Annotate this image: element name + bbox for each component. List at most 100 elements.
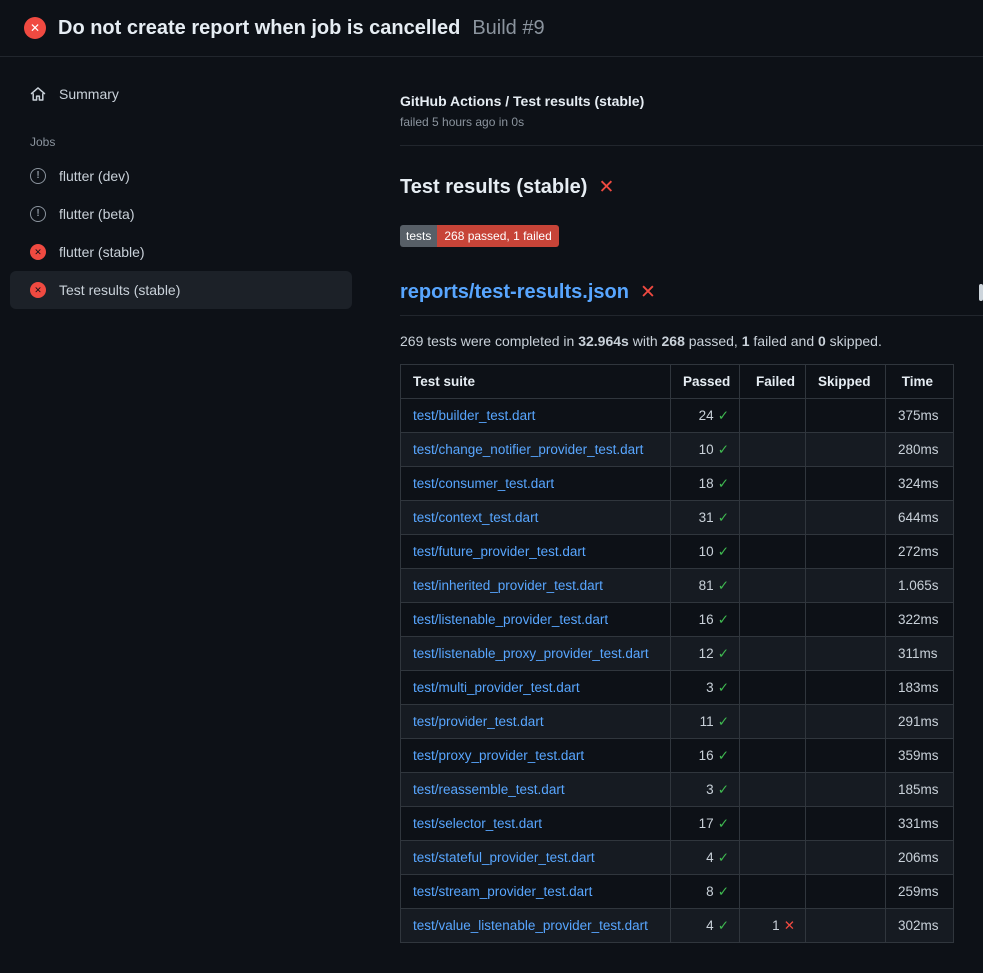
page-header: ✕ Do not create report when job is cance… <box>0 0 983 57</box>
test-suite-cell: test/context_test.dart <box>401 501 671 535</box>
passed-count: 4 <box>706 918 714 933</box>
table-row: test/stateful_provider_test.dart4✓206ms <box>401 841 954 875</box>
time-cell: 291ms <box>886 705 954 739</box>
table-row: test/selector_test.dart17✓331ms <box>401 807 954 841</box>
test-suite-link[interactable]: test/listenable_proxy_provider_test.dart <box>413 646 649 661</box>
sidebar-item-label: Test results (stable) <box>59 282 180 298</box>
time-cell: 185ms <box>886 773 954 807</box>
badge-label: tests <box>400 225 437 247</box>
passed-cell: 3✓ <box>671 773 740 807</box>
passed-cell: 18✓ <box>671 467 740 501</box>
passed-count: 4 <box>706 850 714 865</box>
failed-status-icon: ✕ <box>24 17 46 39</box>
sidebar-item-flutter-beta[interactable]: ! flutter (beta) <box>10 195 352 233</box>
passed-count: 12 <box>699 646 714 661</box>
test-suite-link[interactable]: test/context_test.dart <box>413 510 538 525</box>
tests-badge: tests 268 passed, 1 failed <box>400 225 559 247</box>
skipped-cell <box>806 535 886 569</box>
sidebar-item-flutter-dev[interactable]: ! flutter (dev) <box>10 157 352 195</box>
col-header-time: Time <box>886 365 954 399</box>
test-suite-link[interactable]: test/builder_test.dart <box>413 408 535 423</box>
failed-cell <box>740 739 806 773</box>
home-icon <box>30 86 46 102</box>
passed-count: 10 <box>699 442 714 457</box>
failed-cell <box>740 705 806 739</box>
skipped-cell <box>806 909 886 943</box>
passed-count: 24 <box>699 408 714 423</box>
skipped-cell <box>806 433 886 467</box>
page-title: Do not create report when job is cancell… <box>58 17 460 40</box>
test-summary: 269 tests were completed in 32.964s with… <box>400 333 983 349</box>
failed-cell <box>740 807 806 841</box>
test-suite-link[interactable]: test/selector_test.dart <box>413 816 542 831</box>
skipped-cell <box>806 603 886 637</box>
sidebar-item-flutter-stable[interactable]: ✕ flutter (stable) <box>10 233 352 271</box>
table-header-row: Test suite Passed Failed Skipped Time <box>401 365 954 399</box>
scrollbar-thumb[interactable] <box>979 284 983 301</box>
test-suite-link[interactable]: test/listenable_provider_test.dart <box>413 612 608 627</box>
passed-cell: 16✓ <box>671 739 740 773</box>
sidebar-item-test-results-stable[interactable]: ✕ Test results (stable) <box>10 271 352 309</box>
failed-x-icon: ✕ <box>598 178 614 197</box>
summary-value: 0 <box>818 333 826 349</box>
test-suite-link[interactable]: test/proxy_provider_test.dart <box>413 748 584 763</box>
failed-cell <box>740 637 806 671</box>
failed-cell <box>740 535 806 569</box>
test-suite-link[interactable]: test/future_provider_test.dart <box>413 544 586 559</box>
table-row: test/value_listenable_provider_test.dart… <box>401 909 954 943</box>
failed-count: 1 <box>772 918 780 933</box>
time-cell: 324ms <box>886 467 954 501</box>
skipped-cell <box>806 841 886 875</box>
skipped-cell <box>806 637 886 671</box>
test-suite-cell: test/multi_provider_test.dart <box>401 671 671 705</box>
time-cell: 322ms <box>886 603 954 637</box>
passed-cell: 31✓ <box>671 501 740 535</box>
check-icon: ✓ <box>718 748 729 763</box>
passed-cell: 11✓ <box>671 705 740 739</box>
x-glyph: ✕ <box>34 286 42 295</box>
failed-cell <box>740 603 806 637</box>
test-suite-link[interactable]: test/multi_provider_test.dart <box>413 680 580 695</box>
test-suite-link[interactable]: test/consumer_test.dart <box>413 476 554 491</box>
passed-cell: 12✓ <box>671 637 740 671</box>
table-row: test/reassemble_test.dart 3✓ 185ms <box>401 773 954 807</box>
report-link[interactable]: reports/test-results.json <box>400 281 629 304</box>
test-suite-cell: test/proxy_provider_test.dart <box>401 739 671 773</box>
time-cell: 259ms <box>886 875 954 909</box>
build-number: Build #9 <box>472 17 544 40</box>
check-icon: ✓ <box>718 612 729 627</box>
col-header-skipped: Skipped <box>806 365 886 399</box>
check-icon: ✓ <box>718 408 729 423</box>
time-cell: 644ms <box>886 501 954 535</box>
test-suite-link[interactable]: test/stateful_provider_test.dart <box>413 850 595 865</box>
sidebar-item-summary[interactable]: Summary <box>10 75 352 113</box>
passed-cell: 10✓ <box>671 433 740 467</box>
table-row: test/context_test.dart 31✓ 644ms <box>401 501 954 535</box>
table-row: test/consumer_test.dart 18✓ 324ms <box>401 467 954 501</box>
check-icon: ✓ <box>718 850 729 865</box>
test-suite-link[interactable]: test/inherited_provider_test.dart <box>413 578 603 593</box>
table-row: test/future_provider_test.dart10✓272ms <box>401 535 954 569</box>
check-icon: ✓ <box>718 816 729 831</box>
table-row: test/builder_test.dart24✓375ms <box>401 399 954 433</box>
summary-value: 32.964s <box>578 333 629 349</box>
test-suite-link[interactable]: test/reassemble_test.dart <box>413 782 565 797</box>
test-suite-link[interactable]: test/stream_provider_test.dart <box>413 884 592 899</box>
passed-cell: 4✓ <box>671 909 740 943</box>
summary-text: failed and <box>750 333 819 349</box>
failed-cell <box>740 467 806 501</box>
time-cell: 311ms <box>886 637 954 671</box>
test-suite-link[interactable]: test/value_listenable_provider_test.dart <box>413 918 648 933</box>
table-row: test/proxy_provider_test.dart16✓359ms <box>401 739 954 773</box>
time-cell: 1.065s <box>886 569 954 603</box>
test-suite-link[interactable]: test/provider_test.dart <box>413 714 544 729</box>
section-title: Test results (stable) ✕ <box>400 176 983 199</box>
table-row: test/stream_provider_test.dart8✓259ms <box>401 875 954 909</box>
check-icon: ✓ <box>718 476 729 491</box>
failed-cell <box>740 399 806 433</box>
skipped-cell <box>806 569 886 603</box>
test-suite-link[interactable]: test/change_notifier_provider_test.dart <box>413 442 643 457</box>
skipped-cell <box>806 467 886 501</box>
time-cell: 302ms <box>886 909 954 943</box>
passed-cell: 24 ✓ <box>671 399 740 433</box>
